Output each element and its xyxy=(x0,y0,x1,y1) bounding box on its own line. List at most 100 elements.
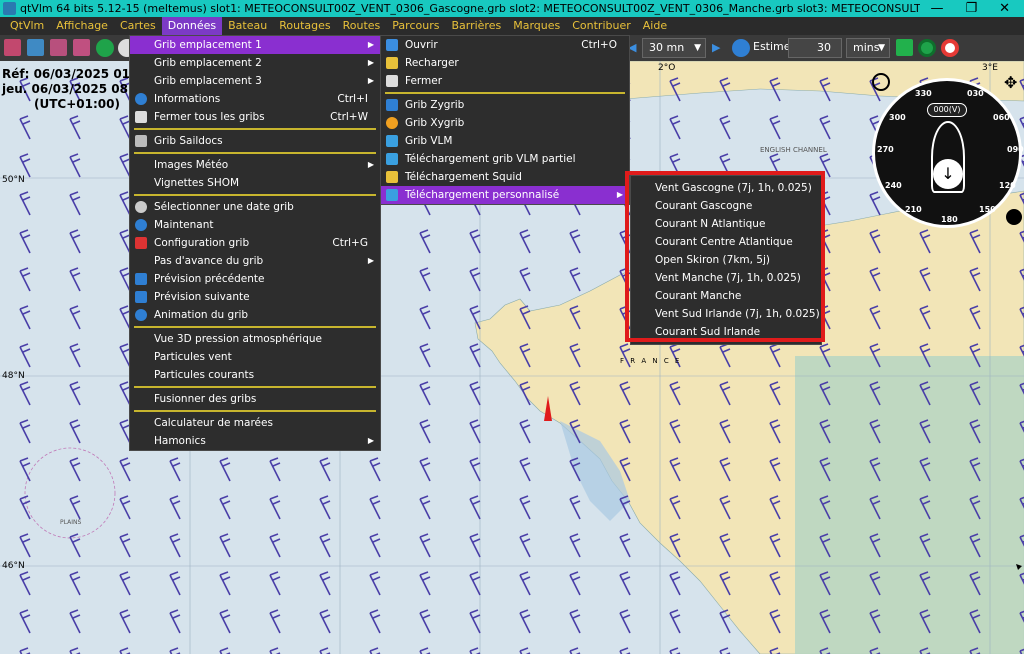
compass-tick: 120 xyxy=(999,181,1016,190)
menu-item-particules-courants[interactable]: Particules courants xyxy=(130,366,380,384)
menu-item-prevision-suivante[interactable]: Prévision suivante xyxy=(130,288,380,306)
menu-item-telechargement-squid[interactable]: Téléchargement Squid xyxy=(381,168,629,186)
info-icon xyxy=(135,93,147,105)
menu-item-label: Configuration grib xyxy=(154,237,250,249)
squid-icon xyxy=(386,171,398,183)
menu-item-grib-vlm[interactable]: Grib VLM xyxy=(381,132,629,150)
menu-item-hamonics[interactable]: Hamonics ▶ xyxy=(130,432,380,450)
menu-donn-es[interactable]: Données xyxy=(161,17,223,35)
france-label: F R A N C E xyxy=(620,357,682,365)
menu-item-animation-du-grib[interactable]: Animation du grib xyxy=(130,306,380,324)
target-icon[interactable] xyxy=(918,39,936,57)
menu-item-prevision-precedente[interactable]: Prévision précédente xyxy=(130,270,380,288)
grib1-icon[interactable] xyxy=(4,39,21,56)
menu-routes[interactable]: Routes xyxy=(337,17,387,35)
menu-marques[interactable]: Marques xyxy=(507,17,566,35)
menu-item-grib-emplacement-3[interactable]: Grib emplacement 3 ▶ xyxy=(130,72,380,90)
menu-item-label: Ouvrir xyxy=(405,39,438,51)
date-overlay: Réf: 06/03/2025 01 jeu. 06/03/2025 08 (U… xyxy=(2,67,130,112)
play-icon[interactable] xyxy=(732,39,750,57)
chevron-right-icon: ▶ xyxy=(367,76,374,85)
custom-download-icon xyxy=(386,189,398,201)
menu-item-fermer[interactable]: Fermer xyxy=(381,72,629,90)
menu-item-images-meteo[interactable]: Images Météo ▶ xyxy=(130,156,380,174)
go-back-icon[interactable] xyxy=(96,39,114,57)
menu-item-label: Pas d'avance du grib xyxy=(154,255,264,267)
menu-item-maintenant[interactable]: Maintenant xyxy=(130,216,380,234)
vlm-icon xyxy=(386,135,398,147)
compass-widget[interactable]: 330 030 300 060 270 090 240 120 210 150 180 000(V) ↓ xyxy=(872,78,1024,228)
next-icon xyxy=(135,291,147,303)
menu-item-label: Téléchargement personnalisé xyxy=(405,189,560,201)
menu-item-vignettes-shom[interactable]: Vignettes SHOM xyxy=(130,174,380,192)
menu-item-grib-emplacement-2[interactable]: Grib emplacement 2 ▶ xyxy=(130,54,380,72)
bell-icon[interactable] xyxy=(896,39,913,56)
play-icon xyxy=(135,309,147,321)
menu-parcours[interactable]: Parcours xyxy=(386,17,445,35)
menu-contribuer[interactable]: Contribuer xyxy=(566,17,637,35)
close-button[interactable]: ✕ xyxy=(999,1,1010,16)
estime-spinbox[interactable]: 30 xyxy=(788,38,842,58)
menu-item-selectionner-une-date-grib[interactable]: Sélectionner une date grib xyxy=(130,198,380,216)
menu-item-recharger[interactable]: Recharger xyxy=(381,54,629,72)
expand-icon[interactable]: ✥ xyxy=(1004,73,1017,92)
app-icon xyxy=(3,2,16,15)
menu-item-label: Grib VLM xyxy=(405,135,453,147)
grib3-icon[interactable] xyxy=(50,39,67,56)
minimize-button[interactable]: — xyxy=(930,1,943,16)
step-combo[interactable]: 30 mn ▼ xyxy=(642,38,706,58)
menu-item-label: Prévision précédente xyxy=(154,273,265,285)
menu-affichage[interactable]: Affichage xyxy=(50,17,114,35)
menu-item-label: Fermer tous les gribs xyxy=(154,111,265,123)
menu-routages[interactable]: Routages xyxy=(273,17,336,35)
menu-item-grib-emplacement-1[interactable]: Grib emplacement 1 ▶ xyxy=(130,36,380,54)
compass-tick: 060 xyxy=(993,113,1010,122)
current-date: jeu. 06/03/2025 08 xyxy=(2,82,128,96)
menu-item-informations[interactable]: Informations Ctrl+I xyxy=(130,90,380,108)
menu-item-telechargement-personnalise[interactable]: Téléchargement personnalisé ▶ xyxy=(381,186,629,204)
menu-item-particules-vent[interactable]: Particules vent xyxy=(130,348,380,366)
menu-qtvlm[interactable]: QtVlm xyxy=(4,17,50,35)
menu-item-pas-d-avance-du-grib[interactable]: Pas d'avance du grib ▶ xyxy=(130,252,380,270)
menu-separator xyxy=(134,410,376,412)
menu-cartes[interactable]: Cartes xyxy=(114,17,162,35)
menu-item-grib-saildocs[interactable]: Grib Saildocs xyxy=(130,132,380,150)
menu-item-telechargement-grib-vlm-partiel[interactable]: Téléchargement grib VLM partiel xyxy=(381,150,629,168)
menu-separator xyxy=(385,92,625,94)
menu-item-label: Vignettes SHOM xyxy=(154,177,240,189)
compass-tick: 330 xyxy=(915,89,932,98)
grib4-icon[interactable] xyxy=(73,39,90,56)
menu-barri-res[interactable]: Barrières xyxy=(445,17,507,35)
restore-button[interactable]: ❐ xyxy=(965,1,977,16)
crosshair-icon[interactable] xyxy=(872,73,890,91)
shortcut-label: Ctrl+O xyxy=(581,39,617,51)
step-forward-icon[interactable]: ▶ xyxy=(712,41,720,54)
menu-separator xyxy=(134,152,376,154)
anchor-icon[interactable] xyxy=(1006,209,1022,225)
zygrib-icon xyxy=(386,99,398,111)
menu-item-label: Images Météo xyxy=(154,159,229,171)
lat-46-label: 46°N xyxy=(2,561,25,571)
menu-item-label: Particules courants xyxy=(154,369,255,381)
units-combo[interactable]: mins ▼ xyxy=(846,38,890,58)
menu-item-grib-zygrib[interactable]: Grib Zygrib xyxy=(381,96,629,114)
lon-2-label: 2°O xyxy=(658,63,676,73)
compass-tick: 210 xyxy=(905,205,922,214)
xygrib-icon xyxy=(386,117,398,129)
menu-item-grib-xygrib[interactable]: Grib Xygrib xyxy=(381,114,629,132)
menu-item-configuration-grib[interactable]: Configuration grib Ctrl+G xyxy=(130,234,380,252)
lifebuoy-icon[interactable] xyxy=(941,39,959,57)
chevron-right-icon: ▶ xyxy=(367,58,374,67)
grib2-icon[interactable] xyxy=(27,39,44,56)
menu-item-vue-3d-pression-atmospherique[interactable]: Vue 3D pression atmosphérique xyxy=(130,330,380,348)
menu-item-ouvrir[interactable]: Ouvrir Ctrl+O xyxy=(381,36,629,54)
menu-bateau[interactable]: Bateau xyxy=(222,17,273,35)
close-icon xyxy=(135,111,147,123)
reload-icon xyxy=(386,57,398,69)
menu-item-fusionner-des-gribs[interactable]: Fusionner des gribs xyxy=(130,390,380,408)
menu-item-calculateur-de-marees[interactable]: Calculateur de marées xyxy=(130,414,380,432)
menu-item-fermer-tous-les-gribs[interactable]: Fermer tous les gribs Ctrl+W xyxy=(130,108,380,126)
menu-separator xyxy=(134,194,376,196)
chevron-right-icon: ▶ xyxy=(367,436,374,445)
menu-aide[interactable]: Aide xyxy=(637,17,673,35)
